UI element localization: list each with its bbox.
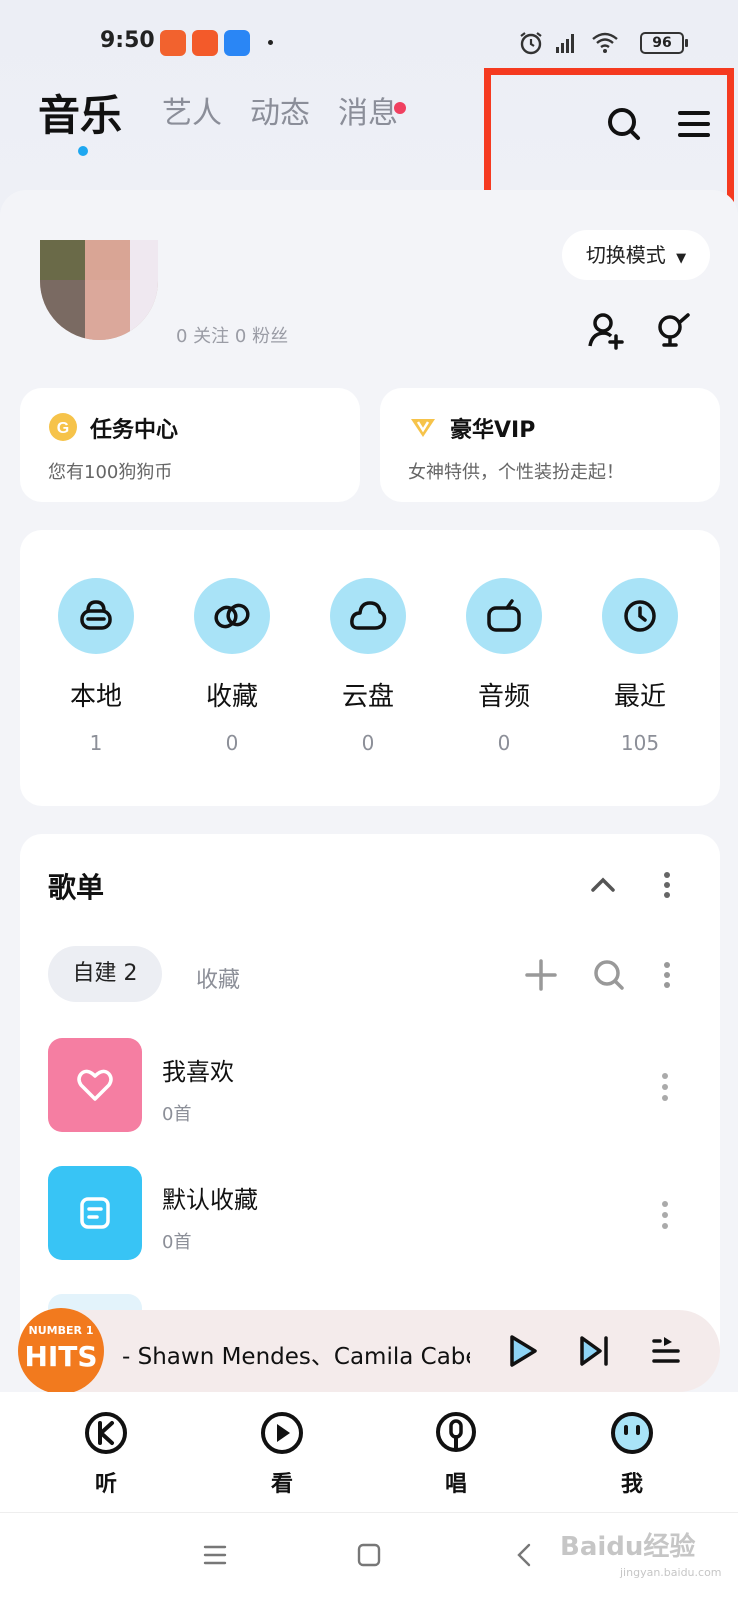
app-notification-icon bbox=[192, 30, 218, 56]
app-notification-icon bbox=[160, 30, 186, 56]
playlist-tab-more-icon[interactable] bbox=[660, 958, 674, 992]
playlist-cover bbox=[48, 1166, 142, 1260]
follow-stats[interactable]: 0 关注 0 粉丝 bbox=[176, 322, 288, 348]
radio-icon bbox=[487, 599, 521, 632]
task-center-subtitle: 您有100狗狗币 bbox=[48, 462, 173, 483]
sing-icon bbox=[436, 1412, 476, 1452]
quick-audio-count: 0 bbox=[497, 731, 511, 755]
signal-icon bbox=[556, 34, 574, 53]
quick-local-label: 本地 bbox=[69, 682, 122, 712]
voice-room-icon[interactable] bbox=[654, 310, 694, 350]
task-center-card[interactable]: G 任务中心 您有100狗狗币 bbox=[20, 388, 360, 502]
nav-listen[interactable]: 听 bbox=[66, 1410, 146, 1498]
add-playlist-icon[interactable] bbox=[524, 958, 558, 992]
switch-mode-button[interactable]: 切换模式 ▼ bbox=[562, 230, 710, 280]
task-center-title: 任务中心 bbox=[90, 418, 179, 443]
svg-text:G: G bbox=[57, 420, 69, 437]
quick-favorite-count: 0 bbox=[225, 731, 239, 755]
coin-icon: G bbox=[49, 413, 77, 441]
cover-text-line1: NUMBER 1 bbox=[28, 1324, 94, 1337]
nav-listen-label: 听 bbox=[94, 1472, 117, 1497]
battery-indicator: 96 bbox=[640, 32, 688, 54]
list-item[interactable]: 我喜欢 0首 bbox=[48, 1038, 688, 1134]
cover-text-line2: HITS bbox=[24, 1340, 98, 1373]
nav-watch[interactable]: 看 bbox=[242, 1410, 322, 1498]
quick-audio[interactable]: 音频 0 bbox=[454, 578, 554, 755]
playlist-more-icon[interactable] bbox=[662, 1200, 668, 1230]
avatar[interactable] bbox=[40, 240, 158, 340]
quick-recent-label: 最近 bbox=[613, 682, 666, 712]
cloud-icon bbox=[350, 601, 387, 630]
watermark-logo: Baidu经验 bbox=[560, 1532, 696, 1562]
playlist-name: 默认收藏 bbox=[162, 1186, 258, 1214]
quick-cloud-label: 云盘 bbox=[341, 682, 394, 712]
recents-icon[interactable] bbox=[202, 1542, 228, 1568]
quick-recent[interactable]: 最近 105 bbox=[590, 578, 690, 755]
play-icon[interactable] bbox=[504, 1333, 540, 1369]
quick-cloud-count: 0 bbox=[361, 731, 375, 755]
nav-sing[interactable]: 唱 bbox=[416, 1410, 496, 1498]
caret-down-icon: ▼ bbox=[676, 251, 687, 266]
note-icon bbox=[80, 1197, 110, 1229]
watermark-url: jingyan.baidu.com bbox=[620, 1566, 722, 1579]
local-icon bbox=[80, 600, 112, 630]
more-notifications-icon bbox=[268, 40, 273, 45]
nav-me[interactable]: 我 bbox=[592, 1410, 672, 1498]
status-bar: 9:50 96 bbox=[0, 22, 738, 66]
home-icon[interactable] bbox=[356, 1542, 382, 1568]
active-tab-indicator bbox=[78, 146, 88, 156]
playlist-queue-icon[interactable] bbox=[648, 1333, 684, 1369]
collapse-chevron-icon[interactable] bbox=[586, 868, 620, 902]
quick-recent-count: 105 bbox=[620, 731, 660, 755]
search-playlist-icon[interactable] bbox=[592, 958, 626, 992]
player-cover[interactable]: NUMBER 1 HITS bbox=[18, 1308, 104, 1394]
quick-favorite[interactable]: 收藏 0 bbox=[182, 578, 282, 755]
quick-cloud[interactable]: 云盘 0 bbox=[318, 578, 418, 755]
playlist-count: 0首 bbox=[162, 1104, 192, 1125]
playlist-cover bbox=[48, 1038, 142, 1132]
now-playing-track[interactable]: - Shawn Mendes、Camila Cabello bbox=[122, 1337, 470, 1371]
next-track-icon[interactable] bbox=[576, 1333, 612, 1369]
tab-collected-playlists[interactable]: 收藏 bbox=[196, 962, 240, 994]
playlist-name: 我喜欢 bbox=[162, 1058, 234, 1086]
favorite-icon bbox=[214, 603, 250, 629]
list-item[interactable]: 默认收藏 0首 bbox=[48, 1166, 688, 1262]
tab-messages[interactable]: 消息 bbox=[338, 88, 398, 132]
add-friend-icon[interactable] bbox=[586, 310, 626, 350]
vip-diamond-icon bbox=[411, 419, 435, 437]
tab-artists[interactable]: 艺人 bbox=[162, 88, 222, 132]
quick-local[interactable]: 本地 1 bbox=[46, 578, 146, 755]
listen-icon bbox=[85, 1412, 127, 1454]
app-notification-icon bbox=[224, 30, 250, 56]
me-icon bbox=[611, 1412, 653, 1454]
quick-audio-label: 音频 bbox=[477, 682, 530, 712]
tab-created-playlists[interactable]: 自建 2 bbox=[48, 946, 162, 1002]
nav-sing-label: 唱 bbox=[444, 1472, 467, 1497]
quick-local-count: 1 bbox=[89, 731, 103, 755]
more-options-icon[interactable] bbox=[660, 868, 674, 902]
back-icon[interactable] bbox=[512, 1542, 538, 1568]
status-time: 9:50 bbox=[100, 28, 155, 53]
heart-icon bbox=[77, 1069, 113, 1101]
unread-message-dot bbox=[394, 102, 406, 114]
nav-watch-label: 看 bbox=[270, 1472, 293, 1497]
tab-feed[interactable]: 动态 bbox=[250, 88, 310, 132]
watch-icon bbox=[261, 1412, 303, 1454]
clock-icon bbox=[624, 600, 656, 632]
nav-me-label: 我 bbox=[620, 1472, 643, 1497]
vip-subtitle: 女神特供，个性装扮走起！ bbox=[408, 462, 624, 483]
wifi-icon bbox=[592, 32, 618, 53]
vip-card[interactable]: 豪华VIP 女神特供，个性装扮走起！ bbox=[380, 388, 720, 502]
playlist-more-icon[interactable] bbox=[662, 1072, 668, 1102]
tab-music[interactable]: 音乐 bbox=[38, 82, 122, 143]
alarm-icon bbox=[520, 32, 542, 55]
playlist-count: 0首 bbox=[162, 1232, 192, 1253]
playlists-title: 歌单 bbox=[48, 871, 105, 904]
switch-mode-label: 切换模式 bbox=[585, 243, 666, 267]
vip-title: 豪华VIP bbox=[450, 418, 536, 443]
quick-favorite-label: 收藏 bbox=[205, 682, 258, 712]
